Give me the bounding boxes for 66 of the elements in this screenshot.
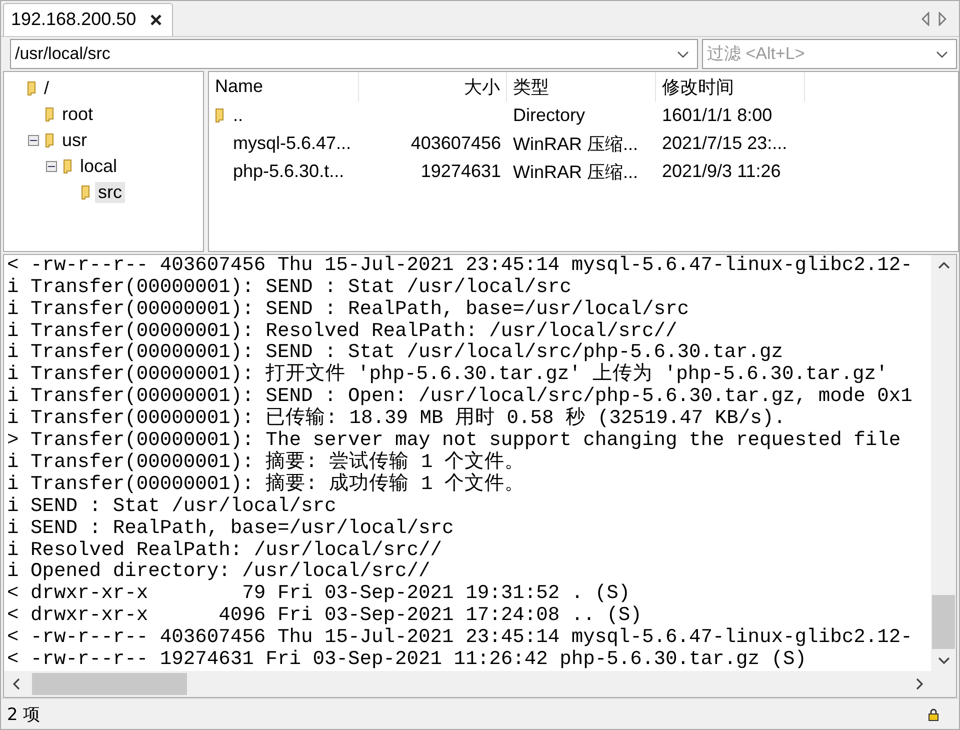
column-header[interactable]: 修改时间 [656, 72, 805, 102]
column-header[interactable]: 类型 [507, 72, 656, 102]
log-line: < drwxr-xr-x 4096 Fri 03-Sep-2021 17:24:08 .. (S) [7, 605, 643, 628]
folder-icon [27, 81, 37, 96]
file-type: Directory [513, 105, 586, 126]
left-arrow-icon[interactable] [921, 12, 930, 26]
log-line: i Transfer(00000001): 已传输: 18.39 MB 用时 0.58 秒 (32519.47 KB/s). [7, 408, 786, 430]
status-text: 2 项 [7, 704, 40, 726]
log-line: i SEND : RealPath, base=/usr/local/src [7, 518, 455, 540]
scroll-thumb[interactable] [932, 595, 955, 650]
log-line: i Transfer(00000001): SEND : RealPath, base=/usr/local/src [7, 298, 690, 321]
tab-label: 192.168.200.50 [11, 9, 136, 30]
scroll-thumb[interactable] [32, 673, 187, 696]
scroll-left-icon[interactable] [12, 678, 20, 690]
horizontal-scrollbar[interactable] [4, 671, 956, 698]
modified-time: 2021/7/15 23:... [662, 133, 788, 154]
session-tab[interactable]: 192.168.200.50 [3, 2, 174, 36]
tree-item[interactable]: local [77, 156, 120, 178]
log-line: < drwxr-xr-x 79 Fri 03-Sep-2021 19:31:52 . (S) [7, 583, 632, 606]
modified-time: 1601/1/1 8:00 [662, 105, 772, 126]
path-field[interactable]: /usr/local/src [10, 38, 698, 69]
file-name[interactable]: php-5.6.30.t... [233, 161, 344, 182]
log-line: i Transfer(00000001): 打开文件 'php-5.6.30.tar.gz' 上传为 'php-5.6.30.tar.gz' [7, 364, 889, 386]
column-header[interactable]: 大小 [359, 72, 507, 102]
log-line: i Transfer(00000001): Resolved RealPath: /usr/local/src// [7, 320, 678, 342]
folder-icon [215, 108, 225, 124]
folder-icon [45, 133, 55, 148]
tree-item[interactable]: / [41, 78, 52, 100]
folder-icon [63, 159, 73, 174]
right-arrow-icon[interactable] [938, 12, 947, 26]
scroll-right-icon[interactable] [916, 678, 924, 690]
tree-item[interactable]: root [59, 104, 96, 126]
filter-field[interactable]: 过滤 <Alt+L> [702, 38, 957, 69]
folder-icon [81, 185, 91, 200]
column-header[interactable]: Name [209, 72, 359, 102]
chevron-down-icon[interactable] [677, 50, 689, 59]
tree-item[interactable]: usr [59, 130, 90, 152]
scroll-down-icon[interactable] [938, 657, 950, 666]
lock-icon [928, 708, 939, 720]
file-type: WinRAR 压缩... [513, 132, 638, 156]
file-type: WinRAR 压缩... [513, 160, 638, 184]
tree-item[interactable]: src [95, 182, 125, 204]
log-line: i SEND : Stat /usr/local/src [7, 496, 338, 518]
scroll-up-icon[interactable] [938, 260, 950, 269]
collapse-toggle[interactable] [28, 135, 39, 146]
log-line: i Transfer(00000001): 摘要: 尝试传输 1 个文件。 [7, 452, 526, 473]
log-line: i Transfer(00000001): SEND : Stat /usr/local/src [7, 276, 572, 299]
log-line: i Transfer(00000001): SEND : Open: /usr/local/src/php-5.6.30.tar.gz, mode 0x1 [7, 386, 914, 408]
log-line: i Transfer(00000001): 摘要: 成功传输 1 个文件。 [7, 474, 526, 496]
collapse-toggle[interactable] [46, 161, 57, 172]
folder-icon [45, 107, 55, 122]
vertical-scrollbar[interactable] [931, 254, 956, 672]
file-size: 403607456 [410, 133, 501, 154]
file-name[interactable]: .. [233, 105, 244, 126]
file-size: 19274631 [420, 161, 501, 182]
log-line: < -rw-r--r-- 403607456 Thu 15-Jul-2021 23:45:14 mysql-5.6.47-linux-glibc2.12- [7, 627, 914, 650]
log-line: i Resolved RealPath: /usr/local/src// [7, 540, 444, 562]
log-line: < -rw-r--r-- 403607456 Thu 15-Jul-2021 23:45:14 mysql-5.6.47-linux-glibc2.12- [7, 254, 914, 277]
log-line: < -rw-r--r-- 19274631 Fri 03-Sep-2021 11:26:42 php-5.6.30.tar.gz (S) [7, 649, 808, 672]
close-icon[interactable] [150, 14, 162, 26]
modified-time: 2021/9/3 11:26 [662, 161, 781, 182]
log-line: i Opened directory: /usr/local/src// [7, 561, 432, 584]
log-line: i Transfer(00000001): SEND : Stat /usr/local/src/php-5.6.30.tar.gz [7, 342, 784, 364]
log-line: > Transfer(00000001): The server may not support changing the requested file [7, 430, 902, 452]
chevron-down-icon[interactable] [936, 50, 948, 59]
file-name[interactable]: mysql-5.6.47... [233, 133, 352, 154]
